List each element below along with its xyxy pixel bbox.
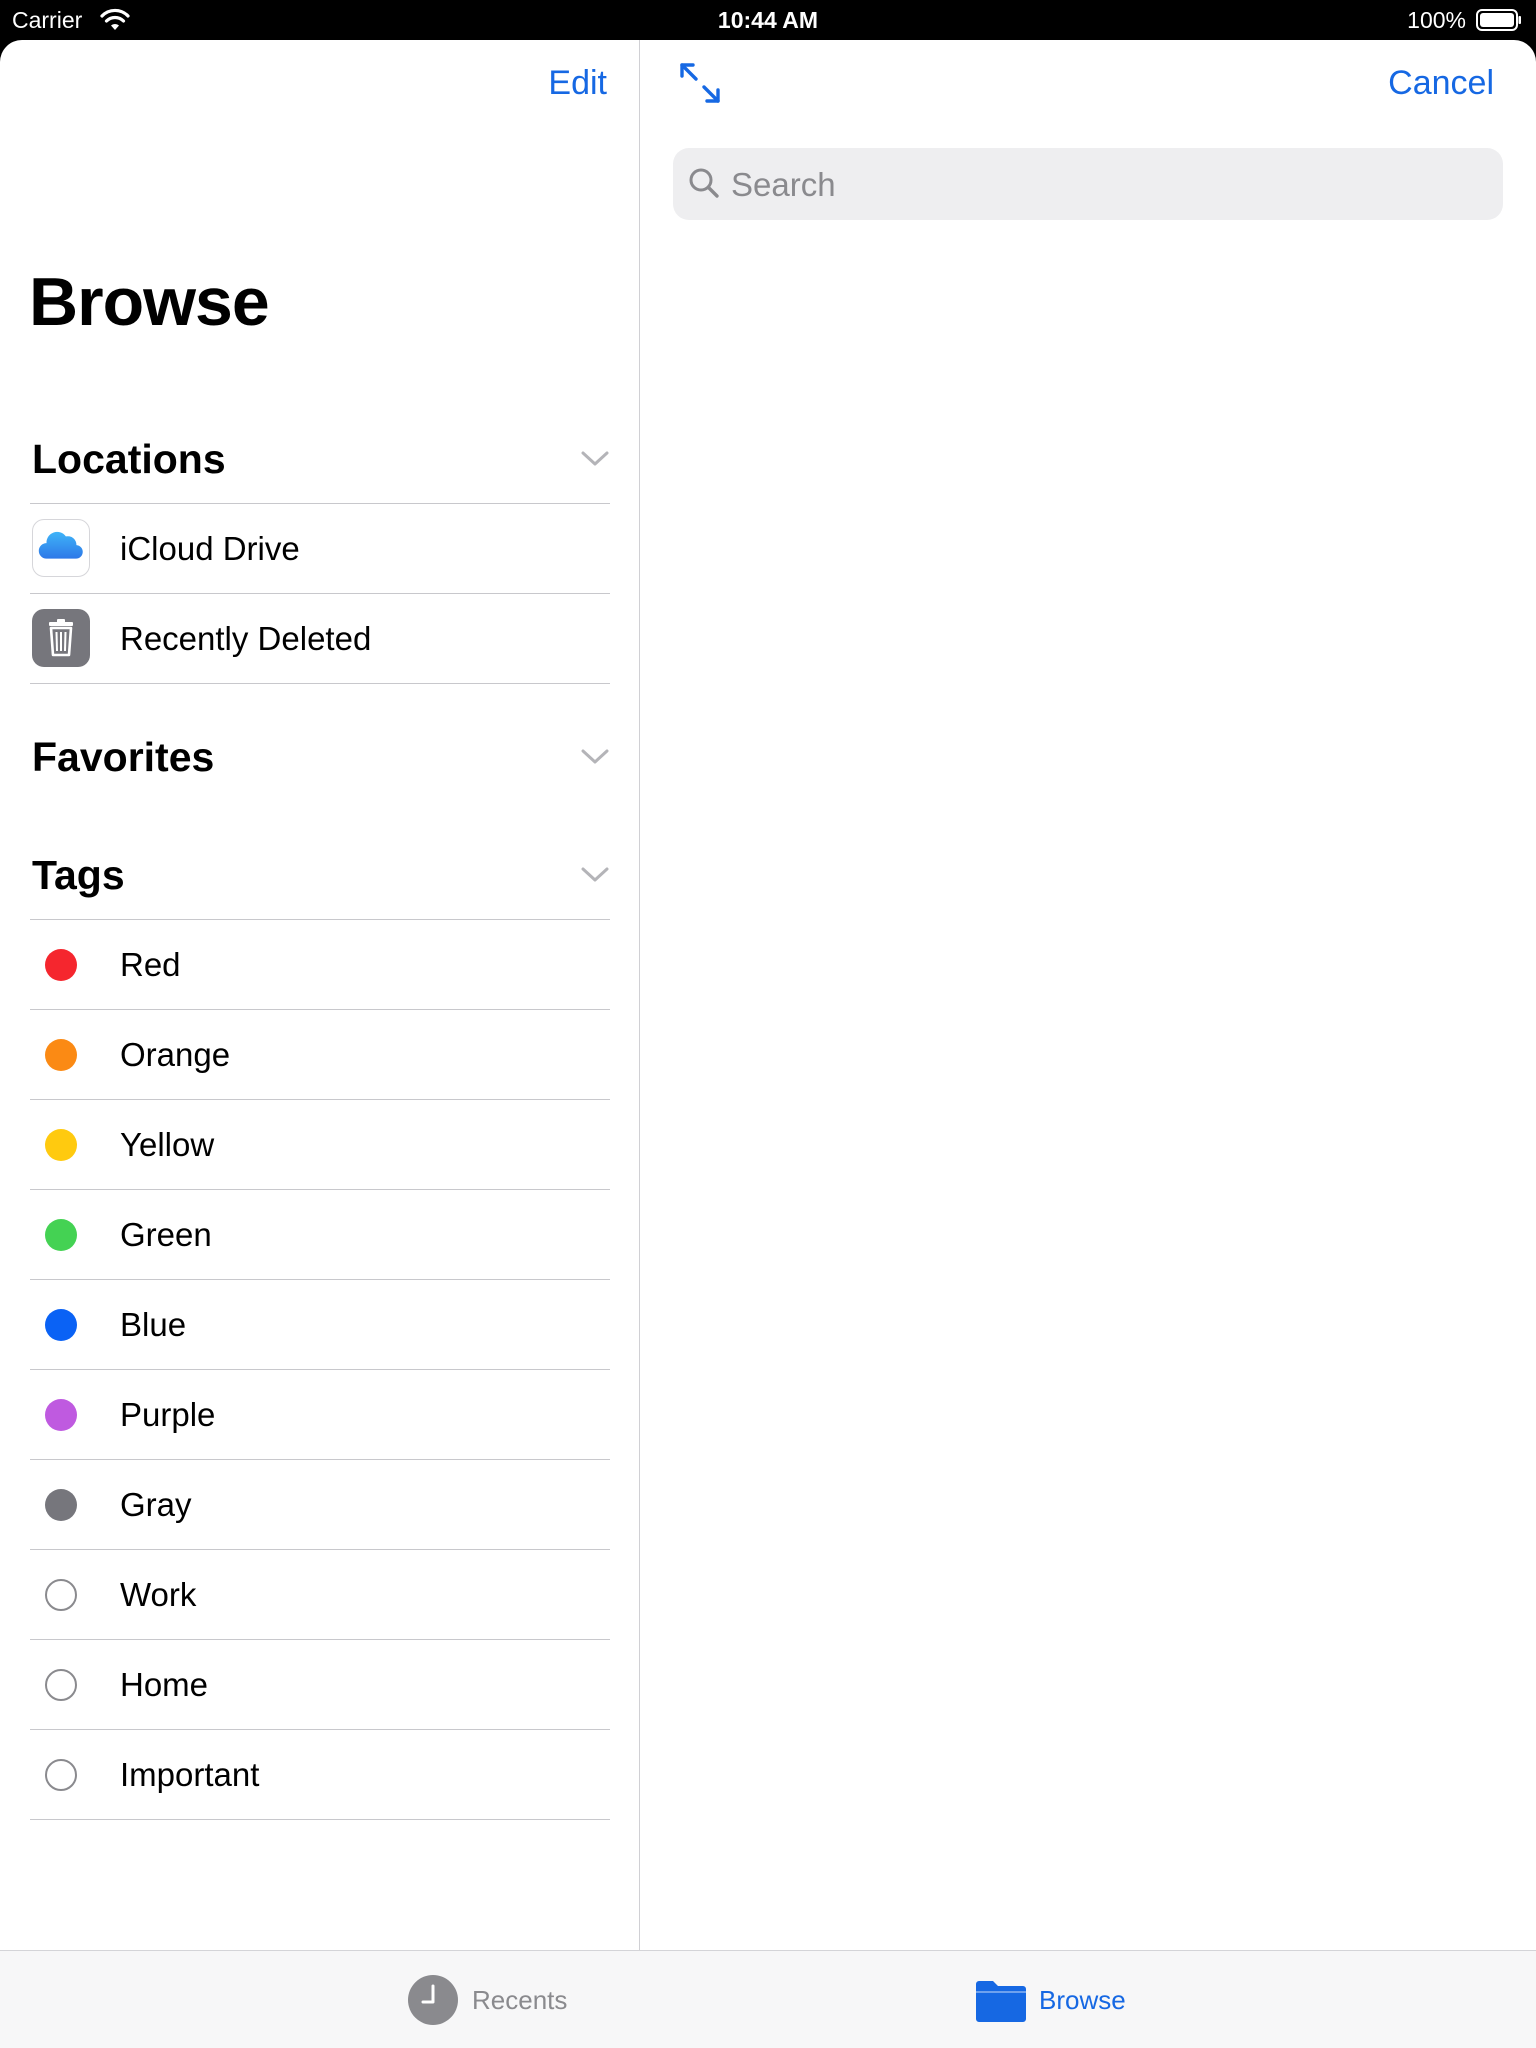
tab-bar: Recents Browse [0,1950,1536,2048]
section-label-locations: Locations [32,436,226,482]
sidebar: Edit Browse Locations iCloud Drive Recen… [0,40,640,1950]
tab-browse[interactable]: Browse [975,1951,1135,2048]
tag-item-home[interactable]: Home [30,1639,610,1729]
icloud-icon [38,531,83,559]
icloud-drive-tile [32,519,90,577]
location-label: iCloud Drive [120,530,300,567]
section-label-favorites: Favorites [32,734,215,780]
clock-icon [408,1975,458,2025]
tag-item-gray[interactable]: Gray [30,1459,610,1549]
section-header-locations[interactable]: Locations [32,429,610,489]
chevron-down-icon[interactable] [580,745,610,767]
tag-item-work[interactable]: Work [30,1549,610,1639]
recently-deleted-tile [32,609,90,667]
section-header-tags[interactable]: Tags [32,845,610,905]
location-item-recently-deleted[interactable]: Recently Deleted [30,593,610,684]
tag-label: Orange [120,1036,231,1073]
tag-label: Red [120,946,181,983]
tag-color-dot [45,1489,77,1521]
tag-label: Gray [120,1486,192,1523]
chevron-down-icon[interactable] [580,447,610,469]
battery-icon [1476,9,1521,31]
edit-button[interactable]: Edit [548,64,607,103]
page-title: Browse [29,264,270,340]
tag-item-important[interactable]: Important [30,1729,610,1820]
tag-item-red[interactable]: Red [30,919,610,1009]
folder-icon [976,1981,1026,2022]
search-input[interactable] [729,148,1493,222]
tag-empty-circle [45,1579,77,1611]
document-browser-sheet: Edit Browse Locations iCloud Drive Recen… [0,40,1536,2048]
trash-icon [49,619,73,657]
tag-item-blue[interactable]: Blue [30,1279,610,1369]
detail-pane: Cancel [641,40,1536,1950]
chevron-down-icon[interactable] [580,863,610,885]
tag-empty-circle [45,1669,77,1701]
tag-color-dot [45,1039,77,1071]
tag-label: Green [120,1216,212,1253]
tag-color-dot [45,1129,77,1161]
expand-icon[interactable] [677,60,723,106]
tag-label: Blue [120,1306,187,1343]
battery-percent: 100% [1407,7,1466,33]
cancel-button[interactable]: Cancel [1388,64,1494,103]
location-label: Recently Deleted [120,620,372,657]
status-time: 10:44 AM [717,7,819,33]
tab-recents-label: Recents [472,1985,568,2015]
tag-label: Yellow [120,1126,215,1163]
search-bar[interactable] [673,148,1503,222]
tab-browse-label: Browse [1039,1985,1126,2015]
tag-label: Important [120,1756,260,1793]
tag-empty-circle [45,1759,77,1791]
tag-color-dot [45,949,77,981]
section-header-favorites[interactable]: Favorites [32,727,610,787]
tag-item-purple[interactable]: Purple [30,1369,610,1459]
tag-item-yellow[interactable]: Yellow [30,1099,610,1189]
search-icon [689,168,719,198]
tag-label: Home [120,1666,209,1703]
tag-item-orange[interactable]: Orange [30,1009,610,1099]
tag-label: Purple [120,1396,216,1433]
tag-label: Work [120,1576,197,1613]
tag-item-green[interactable]: Green [30,1189,610,1279]
section-label-tags: Tags [32,852,125,898]
status-bar: Carrier 10:44 AM 100% [0,0,1536,40]
tag-color-dot [45,1399,77,1431]
tag-color-dot [45,1219,77,1251]
location-item-icloud-drive[interactable]: iCloud Drive [30,503,610,593]
tag-color-dot [45,1309,77,1341]
tab-recents[interactable]: Recents [408,1951,568,2048]
